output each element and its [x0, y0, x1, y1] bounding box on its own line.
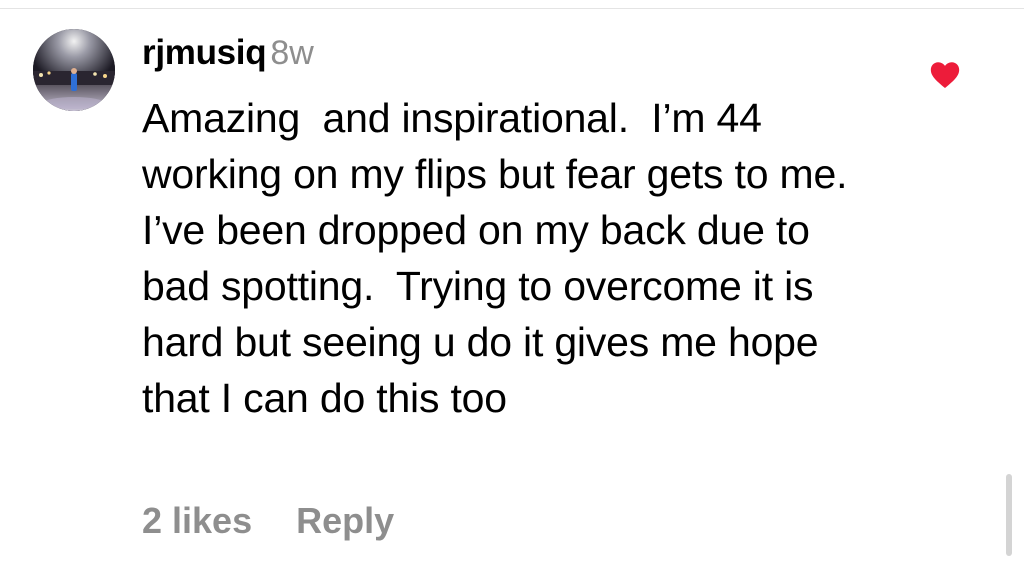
comment-actions: 2 likes Reply	[142, 496, 394, 546]
likes-count-button[interactable]: 2 likes	[142, 500, 252, 541]
top-divider	[0, 0, 1024, 9]
heart-filled-icon	[930, 62, 960, 89]
comment-text: Amazing and inspirational. I’m 44 workin…	[142, 95, 870, 421]
user-avatar-photo-icon	[33, 29, 115, 111]
comment: rjmusiq 8w Amazing and inspirational. I’m…	[142, 28, 902, 426]
username[interactable]: rjmusiq	[142, 33, 267, 72]
scrollbar[interactable]	[1006, 474, 1012, 556]
timestamp[interactable]: 8w	[270, 34, 313, 72]
avatar[interactable]	[33, 29, 115, 111]
comment-header: rjmusiq 8w	[142, 28, 902, 78]
like-button[interactable]	[928, 58, 962, 92]
reply-button[interactable]: Reply	[296, 500, 394, 541]
